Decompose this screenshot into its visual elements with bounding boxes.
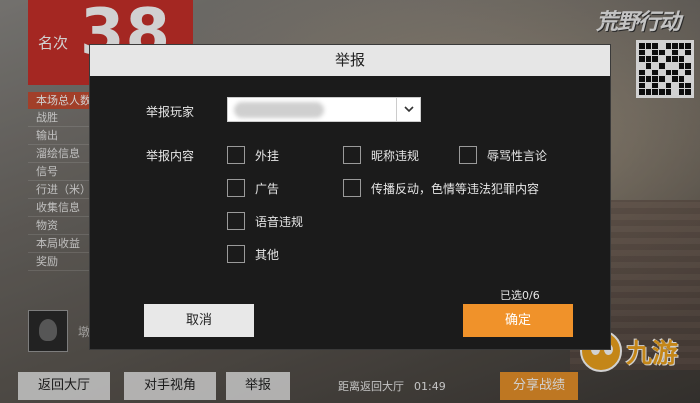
option-illegal-content[interactable]: 传播反动，色情等违法犯罪内容: [343, 179, 539, 197]
checkbox[interactable]: [227, 146, 245, 164]
option-cheat[interactable]: 外挂: [227, 146, 279, 164]
report-dialog: 举报 举报玩家 举报内容 外挂 昵称违规 辱骂性言论 广告 传播反动，色情等违法…: [89, 44, 611, 350]
option-other[interactable]: 其他: [227, 245, 279, 263]
checkbox[interactable]: [343, 179, 361, 197]
option-voice-violation[interactable]: 语音违规: [227, 212, 303, 230]
checkbox[interactable]: [459, 146, 477, 164]
option-abusive-speech[interactable]: 辱骂性言论: [459, 146, 547, 164]
checkbox[interactable]: [343, 146, 361, 164]
dialog-title: 举报: [90, 45, 610, 76]
report-player-label: 举报玩家: [146, 105, 195, 119]
chevron-down-icon[interactable]: [396, 98, 420, 121]
selected-count: 已选0/6: [500, 289, 540, 302]
option-nickname-violation[interactable]: 昵称违规: [343, 146, 419, 164]
report-content-label: 举报内容: [146, 149, 195, 163]
player-select[interactable]: [227, 97, 421, 122]
checkbox[interactable]: [227, 245, 245, 263]
option-advertising[interactable]: 广告: [227, 179, 279, 197]
checkbox[interactable]: [227, 179, 245, 197]
blurred-player-name: [234, 102, 324, 118]
cancel-button[interactable]: 取消: [144, 304, 254, 337]
checkbox[interactable]: [227, 212, 245, 230]
confirm-button[interactable]: 确定: [463, 304, 573, 337]
